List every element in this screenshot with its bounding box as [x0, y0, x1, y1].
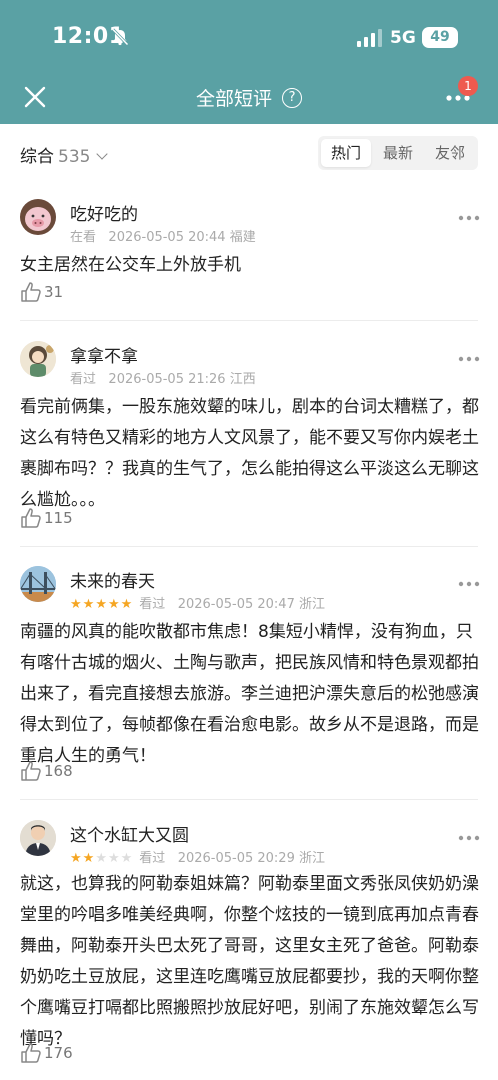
like-count: 168 [44, 762, 73, 780]
notification-badge: 1 [458, 76, 478, 96]
review-location: 浙江 [299, 597, 326, 612]
bell-off-icon [111, 28, 129, 46]
signal-icon [357, 29, 382, 47]
like-count: 31 [44, 283, 64, 301]
chevron-down-icon [96, 148, 109, 160]
review-username[interactable]: 拿拿不拿 [70, 342, 138, 367]
review-datetime: 2026-05-05 20:29 [177, 851, 295, 866]
avatar[interactable] [20, 199, 56, 235]
thumbs-up-icon [21, 508, 41, 528]
review-meta: ★★★★★ 看过 2026-05-05 20:47 浙江 [70, 593, 325, 612]
battery-indicator: 49 [422, 27, 458, 48]
review-datetime: 2026-05-05 20:44 [108, 230, 226, 245]
rating-stars: ★★★★★ [70, 597, 133, 612]
nav-bar: 全部短评 ? 1 [0, 72, 498, 124]
review-text: 南疆的风真的能吹散都市焦虑！8集短小精悍，没有狗血，只有喀什古城的烟火、土陶与歌… [20, 622, 479, 766]
network-type: 5G [390, 28, 416, 48]
divider [20, 799, 478, 800]
review-meta: ★★★★★ 看过 2026-05-05 20:29 浙江 [70, 847, 325, 866]
thumbs-up-icon [21, 1043, 41, 1063]
sort-tabs: 热门 最新 友邻 [318, 136, 478, 170]
like-button[interactable]: 31 [20, 281, 63, 305]
review-more-icon[interactable] [458, 355, 480, 363]
watch-status: 在看 [70, 230, 97, 245]
tab-friends[interactable]: 友邻 [425, 139, 475, 167]
sort-label: 综合 [20, 147, 54, 167]
star-icon: ★ [82, 851, 95, 866]
review-location: 浙江 [299, 851, 326, 866]
avatar[interactable] [20, 820, 56, 856]
avatar[interactable] [20, 566, 56, 602]
filter-bar: 综合 535 热门 最新 友邻 [0, 124, 498, 182]
review-count: 535 [58, 147, 91, 167]
watch-status: 看过 [139, 597, 166, 612]
sort-dropdown[interactable]: 综合 535 [20, 142, 109, 167]
like-button[interactable]: 115 [20, 507, 73, 531]
star-icon: ★ [107, 597, 120, 612]
tab-latest[interactable]: 最新 [373, 139, 423, 167]
watch-status: 看过 [139, 851, 166, 866]
review-more-icon[interactable] [458, 580, 480, 588]
review-location: 福建 [229, 230, 256, 245]
star-icon: ★ [120, 851, 133, 866]
like-count: 176 [44, 1044, 73, 1062]
like-button[interactable]: 168 [20, 760, 73, 784]
star-icon: ★ [82, 597, 95, 612]
review-text: 就这，也算我的阿勒泰姐妹篇？阿勒泰里面文秀张凤侠奶奶澡堂里的吟唱多唯美经典啊，你… [20, 874, 479, 1049]
review-username[interactable]: 未来的春天 [70, 567, 155, 592]
tab-hot[interactable]: 热门 [321, 139, 371, 167]
review-username[interactable]: 吃好吃的 [70, 200, 138, 225]
review-text: 女主居然在公交车上外放手机 [20, 255, 241, 275]
review-location: 江西 [229, 372, 256, 387]
star-icon: ★ [107, 851, 120, 866]
star-icon: ★ [120, 597, 133, 612]
review-more-icon[interactable] [458, 214, 480, 222]
divider [20, 546, 478, 547]
page-title-text: 全部短评 [195, 88, 272, 110]
page-title: 全部短评 ? [0, 84, 498, 111]
divider [20, 320, 478, 321]
watch-status: 看过 [70, 372, 97, 387]
like-button[interactable]: 176 [20, 1042, 73, 1066]
rating-stars: ★★★★★ [70, 851, 133, 866]
thumbs-up-icon [21, 761, 41, 781]
star-icon: ★ [95, 597, 107, 612]
help-icon[interactable]: ? [282, 87, 303, 108]
review-meta: 在看 2026-05-05 20:44 福建 [70, 226, 256, 245]
review-text: 看完前俩集，一股东施效颦的味儿，剧本的台词太糟糕了，都这么有特色又精彩的地方人文… [20, 397, 479, 510]
thumbs-up-icon [21, 282, 41, 302]
avatar[interactable] [20, 341, 56, 377]
star-icon: ★ [70, 597, 82, 612]
review-more-icon[interactable] [458, 834, 480, 842]
star-icon: ★ [95, 851, 107, 866]
like-count: 115 [44, 509, 73, 527]
review-datetime: 2026-05-05 20:47 [177, 597, 295, 612]
app-header: 12:01 5G 49 全部短评 ? 1 [0, 0, 498, 124]
review-username[interactable]: 这个水缸大又圆 [70, 821, 189, 846]
review-meta: 看过 2026-05-05 21:26 江西 [70, 368, 256, 387]
star-icon: ★ [70, 851, 82, 866]
status-bar: 12:01 5G 49 [0, 0, 498, 72]
review-datetime: 2026-05-05 21:26 [108, 372, 226, 387]
